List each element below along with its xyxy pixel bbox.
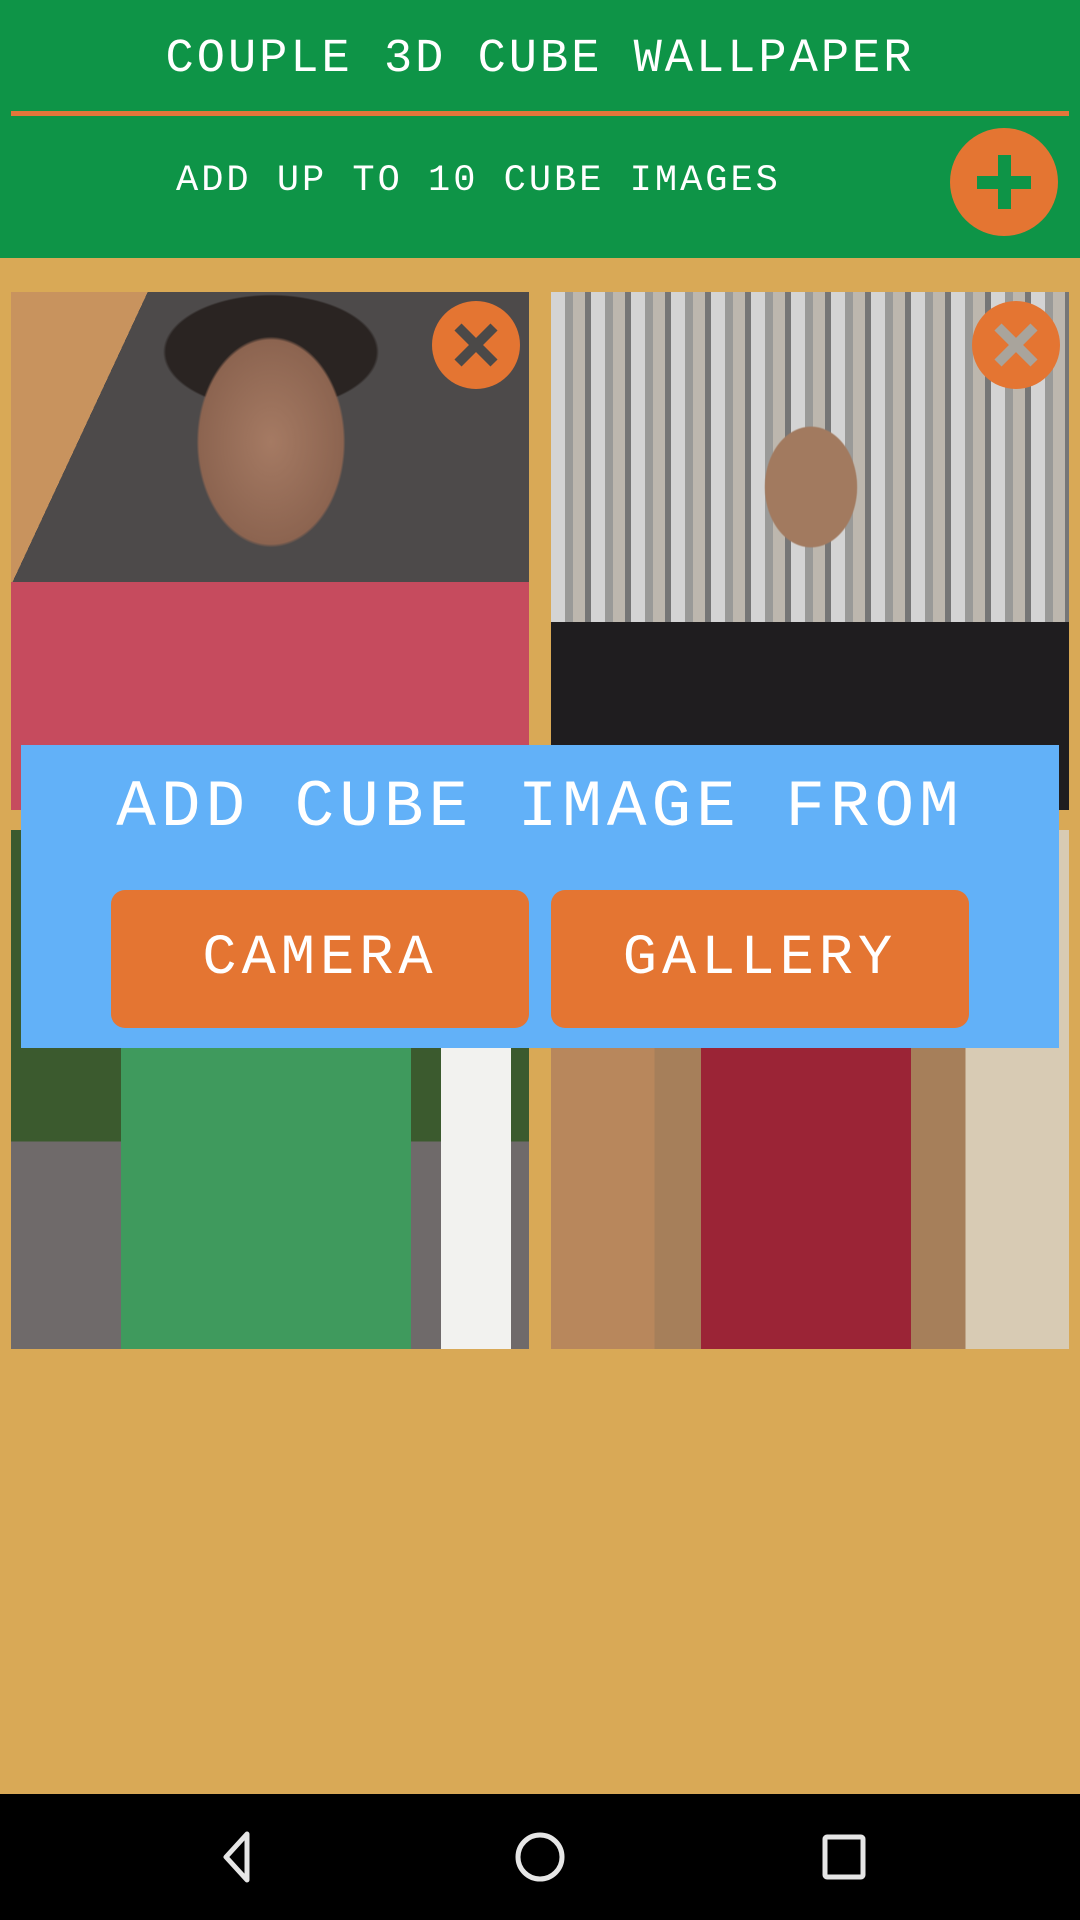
system-navigation-bar	[0, 1794, 1080, 1920]
back-button[interactable]	[204, 1824, 268, 1888]
camera-button[interactable]: CAMERA	[111, 890, 529, 1028]
close-icon	[432, 301, 520, 389]
remove-image-button[interactable]	[972, 301, 1060, 389]
home-button[interactable]	[508, 1824, 572, 1888]
back-icon	[223, 1831, 250, 1883]
cube-image-tile-1[interactable]	[11, 292, 529, 810]
remove-image-button[interactable]	[432, 301, 520, 389]
gallery-button[interactable]: GALLERY	[551, 890, 969, 1028]
dialog-title: ADD CUBE IMAGE FROM	[116, 770, 964, 845]
cube-image-tile-2[interactable]	[551, 292, 1069, 810]
home-icon	[515, 1832, 565, 1882]
add-images-subtitle: ADD UP TO 10 CUBE IMAGES	[176, 160, 781, 202]
recents-button[interactable]	[812, 1824, 876, 1888]
close-icon	[972, 301, 1060, 389]
add-image-button[interactable]	[950, 128, 1058, 236]
recents-icon	[822, 1834, 866, 1880]
plus-icon	[977, 155, 1031, 209]
header-divider	[11, 111, 1069, 116]
app-header: COUPLE 3D CUBE WALLPAPER ADD UP TO 10 CU…	[0, 0, 1080, 258]
add-image-source-dialog: ADD CUBE IMAGE FROM CAMERA GALLERY	[21, 745, 1059, 1048]
app-title: COUPLE 3D CUBE WALLPAPER	[165, 33, 915, 86]
